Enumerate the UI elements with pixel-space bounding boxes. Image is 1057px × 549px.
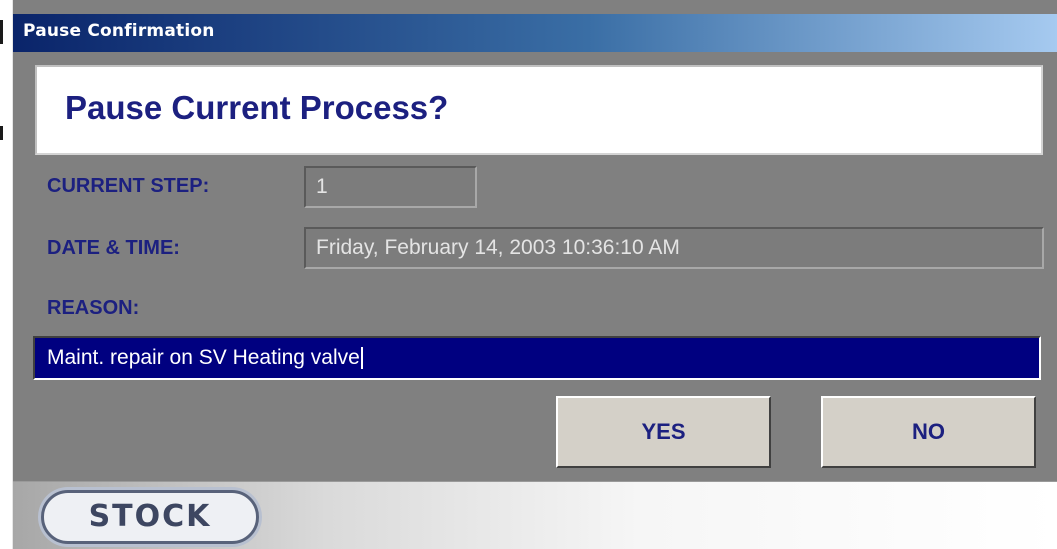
reason-label: REASON: [47,297,140,319]
text-caret [360,347,363,370]
pause-confirmation-dialog: Pause Confirmation Pause Current Process… [12,0,1057,549]
screen: Pause Confirmation Pause Current Process… [0,0,1057,549]
no-button[interactable]: NO [821,396,1036,468]
desktop-edge-mark [0,126,3,140]
date-time-value: Friday, February 14, 2003 10:36:10 AM [316,236,680,259]
dialog-heading: Pause Current Process? [65,89,449,126]
stock-logo: STOCK [41,490,259,544]
yes-button[interactable]: YES [556,396,771,468]
date-time-label: DATE & TIME: [47,237,180,259]
current-step-label: CURRENT STEP: [47,175,210,197]
title-bar[interactable]: Pause Confirmation [13,14,1057,52]
window-title: Pause Confirmation [23,21,215,41]
desktop-edge [0,0,12,549]
reason-input[interactable]: Maint. repair on SV Heating valve [33,336,1041,380]
current-step-value: 1 [316,175,328,198]
footer-bar: STOCK [13,481,1057,549]
reason-value: Maint. repair on SV Heating valve [47,346,360,369]
header-panel: Pause Current Process? [35,65,1043,155]
logo-text: STOCK [88,499,212,534]
current-step-field: 1 [304,166,477,208]
desktop-edge-mark [0,20,3,44]
date-time-field: Friday, February 14, 2003 10:36:10 AM [304,227,1044,269]
